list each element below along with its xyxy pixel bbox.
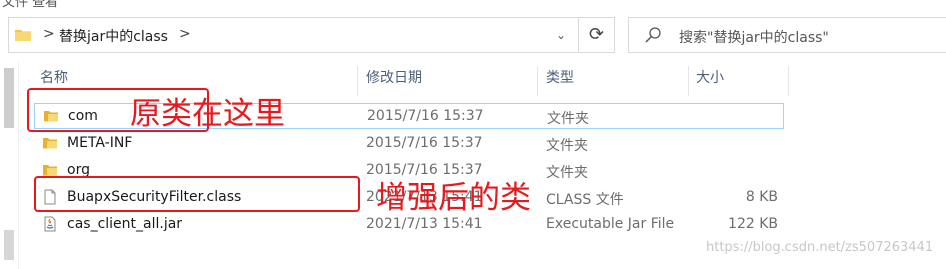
file-type: 文件夹 bbox=[547, 111, 589, 127]
column-divider[interactable] bbox=[357, 66, 358, 96]
file-date: 2015/7/16 15:37 bbox=[367, 108, 484, 124]
scrollbar-thumb[interactable] bbox=[4, 68, 14, 128]
address-bar[interactable]: > 替换jar中的class > ⌄ bbox=[8, 17, 579, 53]
chevron-down-icon[interactable]: ⌄ bbox=[549, 24, 573, 46]
scrollbar-thumb-lower[interactable] bbox=[4, 230, 14, 260]
folder-icon bbox=[15, 30, 31, 41]
annotation-text-original: 原类在这里 bbox=[130, 96, 285, 132]
search-placeholder: 搜索"替换jar中的class" bbox=[679, 30, 829, 46]
navigation-pane-scrollbar[interactable] bbox=[0, 62, 19, 269]
column-header-size[interactable]: 大小 bbox=[696, 64, 724, 92]
file-date: 2015/7/16 15:37 bbox=[366, 135, 483, 151]
column-header-date[interactable]: 修改日期 bbox=[366, 64, 422, 92]
file-name: cas_client_all.jar bbox=[67, 216, 183, 232]
search-input[interactable]: 搜索"替换jar中的class" bbox=[628, 17, 946, 53]
ribbon-partial-text: 文件 查看 bbox=[2, 0, 59, 10]
column-header-type[interactable]: 类型 bbox=[546, 64, 574, 92]
file-date: 2021/7/13 15:41 bbox=[366, 216, 483, 232]
file-size: 122 KB bbox=[728, 216, 778, 232]
breadcrumb-current-folder[interactable]: 替换jar中的class bbox=[59, 26, 168, 46]
file-type: CLASS 文件 bbox=[546, 192, 624, 208]
breadcrumb-chevron-end[interactable]: > bbox=[179, 26, 191, 42]
file-type: 文件夹 bbox=[546, 138, 588, 154]
column-divider[interactable] bbox=[537, 66, 538, 96]
folder-icon bbox=[43, 138, 57, 149]
annotation-text-enhanced: 增强后的类 bbox=[376, 180, 531, 216]
file-row-meta-inf[interactable]: META-INF 2015/7/16 15:37 文件夹 bbox=[34, 131, 784, 157]
ribbon-strip: 文件 查看 bbox=[0, 0, 946, 10]
refresh-icon: ⟳ bbox=[588, 24, 605, 45]
file-size: 8 KB bbox=[745, 189, 778, 205]
column-divider[interactable] bbox=[788, 66, 789, 96]
search-icon bbox=[645, 27, 661, 43]
file-type: Executable Jar File bbox=[546, 216, 675, 232]
file-type: 文件夹 bbox=[546, 165, 588, 181]
watermark: https://blog.csdn.net/zs507263441 bbox=[706, 240, 934, 255]
column-divider[interactable] bbox=[688, 66, 689, 96]
breadcrumb-chevron[interactable]: > bbox=[43, 26, 55, 42]
java-jar-icon bbox=[44, 216, 56, 232]
annotation-box-enhanced bbox=[34, 176, 360, 212]
refresh-button[interactable]: ⟳ bbox=[579, 17, 615, 53]
file-name: META-INF bbox=[67, 135, 133, 151]
